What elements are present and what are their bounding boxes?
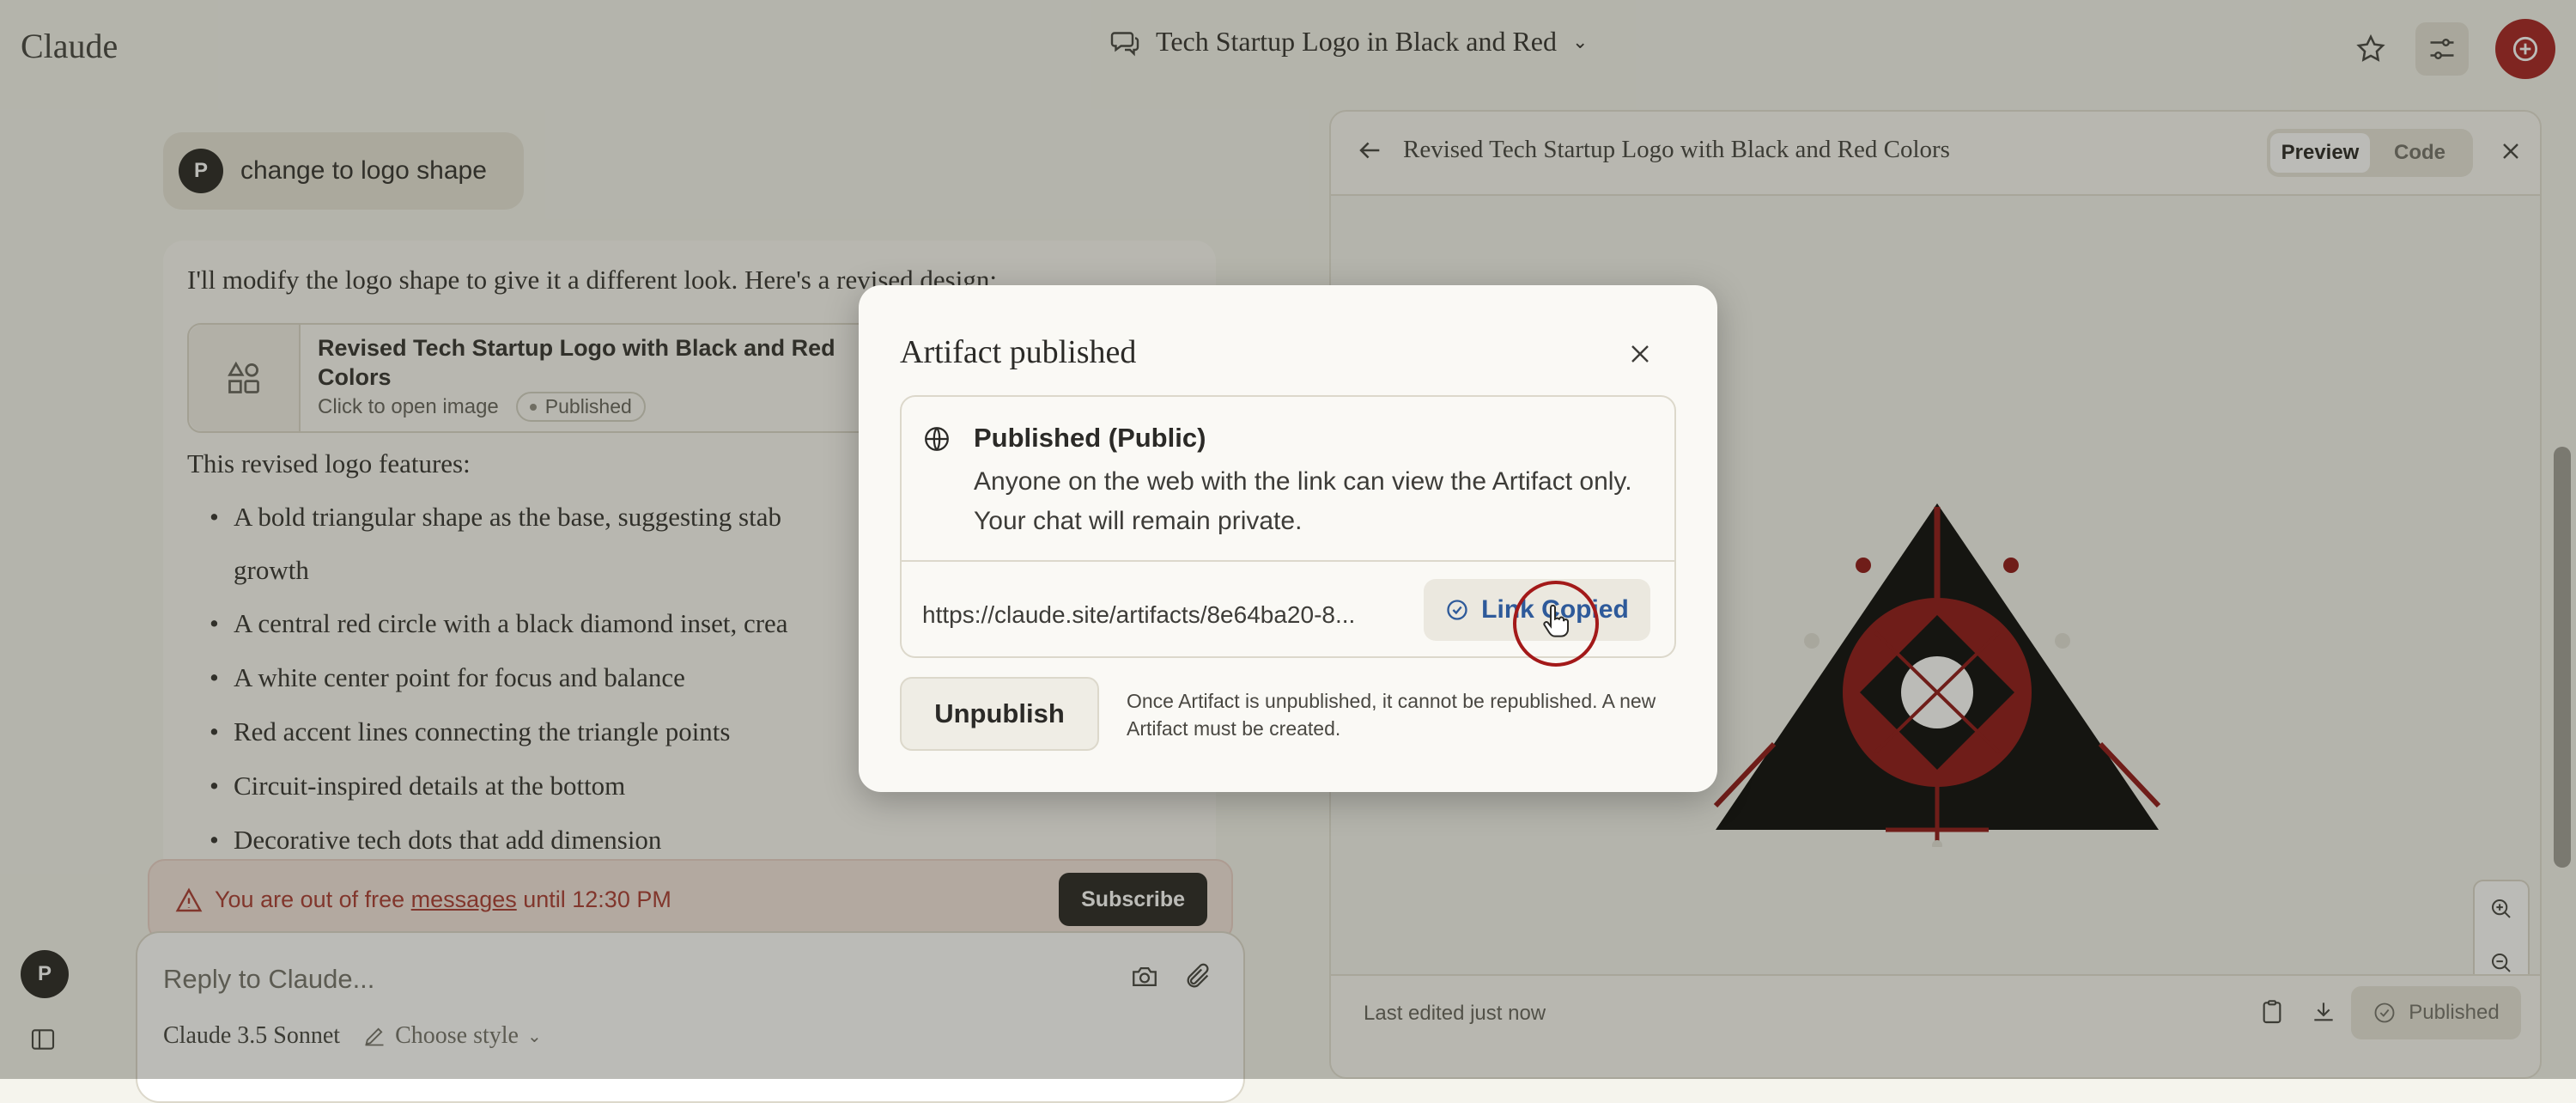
check-circle-icon [1447,600,1467,620]
close-icon[interactable] [1625,338,1656,369]
unpublish-button[interactable]: Unpublish [900,677,1099,751]
unpublish-note: Once Artifact is unpublished, it cannot … [1127,690,1656,740]
hand-cursor-icon [1543,605,1569,637]
artifact-url[interactable]: https://claude.site/artifacts/8e64ba20-8… [922,601,1355,629]
globe-icon [925,427,949,451]
artifact-published-dialog: Artifact published Published (Public) An… [859,285,1717,792]
visibility-description: Anyone on the web with the link can view… [974,467,1632,535]
visibility-heading: Published (Public) [974,423,1206,453]
divider [902,560,1674,562]
dialog-title: Artifact published [900,334,1137,370]
